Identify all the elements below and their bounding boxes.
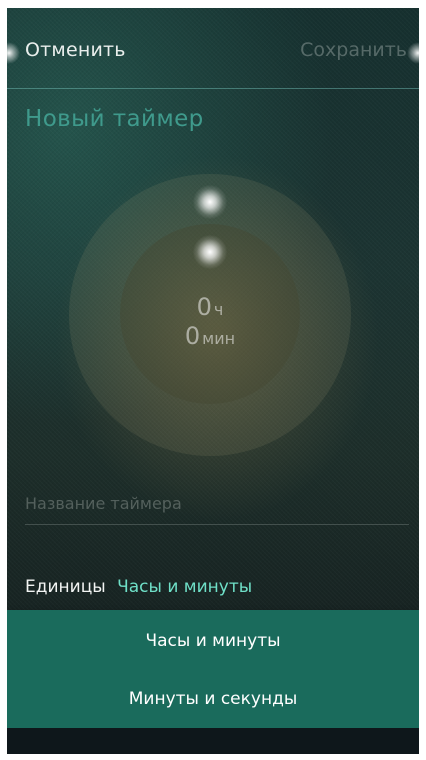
cancel-button[interactable]: Отменить: [25, 39, 126, 61]
hours-value: 0: [196, 293, 212, 321]
hours-readout: 0ч: [120, 293, 300, 321]
left-glow-icon: [7, 42, 20, 64]
hours-dial-handle[interactable]: [193, 185, 227, 219]
page-title: Новый таймер: [25, 106, 204, 132]
dropdown-option-minutes-seconds[interactable]: Минуты и секунды: [7, 670, 419, 728]
header-divider: [7, 88, 419, 89]
units-label: Единицы: [25, 577, 106, 597]
right-glow-icon: [407, 42, 419, 64]
save-button[interactable]: Сохранить: [300, 39, 407, 61]
minutes-readout: 0 мин: [120, 322, 300, 350]
bottom-strip: [7, 728, 419, 754]
top-bar: Отменить Сохранить: [7, 8, 419, 90]
hours-unit: ч: [213, 300, 224, 319]
minutes-dial-handle[interactable]: [193, 235, 227, 269]
units-dropdown: Часы и минуты Минуты и секунды: [7, 610, 419, 728]
new-timer-screen: Отменить Сохранить Новый таймер 0ч 0 мин …: [7, 8, 419, 754]
minutes-unit: мин: [202, 329, 236, 348]
units-selected-value[interactable]: Часы и минуты: [117, 577, 252, 597]
timer-name-input[interactable]: [25, 488, 409, 525]
dropdown-option-hours-minutes[interactable]: Часы и минуты: [7, 612, 419, 670]
units-row[interactable]: Единицы Часы и минуты: [25, 577, 252, 597]
minutes-value: 0: [184, 322, 201, 350]
